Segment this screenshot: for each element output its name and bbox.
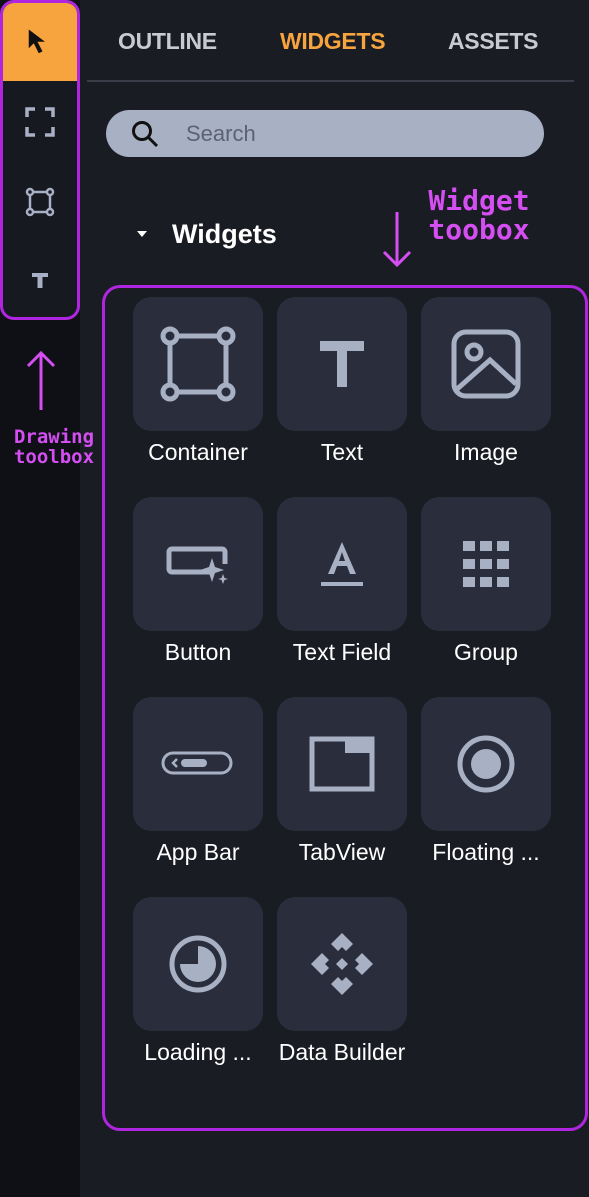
widget-tile-box[interactable] [133, 297, 263, 431]
drawing-toolbox-annotation: Drawing toolbox [13, 426, 95, 468]
widget-label: Floating ... [432, 839, 540, 865]
text-field-icon [321, 542, 363, 586]
widget-tile-box[interactable] [421, 697, 551, 831]
widget-label: App Bar [156, 839, 240, 865]
widget-tile-group[interactable]: Group [421, 497, 565, 667]
text-tool-icon [32, 273, 48, 288]
select-arrow-icon [28, 29, 45, 54]
data-builder-icon [311, 933, 373, 995]
tab-widgets[interactable]: WIDGETS [280, 28, 386, 55]
search-box[interactable] [106, 110, 544, 157]
text-icon [320, 341, 364, 387]
widget-label: TabView [298, 839, 386, 865]
widget-tile-text[interactable]: Text [277, 297, 421, 467]
down-arrow-annotation [382, 212, 412, 268]
drawing-toolbox [0, 0, 80, 320]
widget-label: Image [454, 439, 518, 465]
widget-tile-box[interactable] [277, 897, 407, 1031]
widget-tile-container[interactable]: Container [133, 297, 277, 467]
text-tool-button[interactable] [3, 241, 77, 317]
widget-tile-tabview[interactable]: TabView [277, 697, 421, 867]
widget-tile-text-field[interactable]: Text Field [277, 497, 421, 667]
widget-tile-image[interactable]: Image [421, 297, 565, 467]
tab-outline[interactable]: OUTLINE [118, 28, 217, 55]
widget-tile-button[interactable]: Button [133, 497, 277, 667]
widget-tile-box[interactable] [277, 297, 407, 431]
rectangle-icon [25, 187, 55, 217]
floating-button-icon [457, 735, 515, 793]
button-icon [166, 546, 228, 584]
up-arrow-annotation [26, 350, 56, 410]
search-icon [132, 121, 159, 148]
widget-label: Data Builder [278, 1039, 406, 1065]
widget-tile-app-bar[interactable]: App Bar [133, 697, 277, 867]
widget-tile-box[interactable] [133, 897, 263, 1031]
group-grid-icon [463, 541, 509, 587]
widget-tile-floating[interactable]: Floating ... [421, 697, 565, 867]
widget-label: Text [320, 439, 364, 465]
widget-tile-box[interactable] [133, 697, 263, 831]
widget-label: Group [454, 639, 518, 665]
image-icon [451, 329, 521, 399]
widget-tile-data-builder[interactable]: Data Builder [277, 897, 421, 1067]
frame-tool-button[interactable] [3, 83, 77, 161]
tabview-icon [309, 736, 375, 792]
widget-tile-box[interactable] [421, 497, 551, 631]
search-input[interactable] [186, 110, 526, 157]
widget-label: Container [148, 439, 248, 465]
widget-label: Button [164, 639, 232, 665]
widget-tile-box[interactable] [133, 497, 263, 631]
app-bar-icon [161, 751, 233, 775]
container-icon [160, 326, 236, 402]
frame-icon [25, 107, 55, 137]
rectangle-tool-button[interactable] [3, 163, 77, 241]
widget-label: Loading ... [144, 1039, 252, 1065]
tab-divider [87, 80, 574, 82]
widget-tile-box[interactable] [277, 497, 407, 631]
widget-tile-box[interactable] [421, 297, 551, 431]
widget-toolbox-annotation: Widget toobox [428, 184, 530, 247]
caret-down-icon[interactable] [136, 230, 148, 238]
tab-assets[interactable]: ASSETS [448, 28, 539, 55]
loading-indicator-icon [169, 935, 227, 993]
widget-tile-loading[interactable]: Loading ... [133, 897, 277, 1067]
widget-label: Text Field [292, 639, 392, 665]
select-tool-button[interactable] [3, 3, 77, 81]
section-title[interactable]: Widgets [172, 219, 277, 250]
widget-tile-box[interactable] [277, 697, 407, 831]
